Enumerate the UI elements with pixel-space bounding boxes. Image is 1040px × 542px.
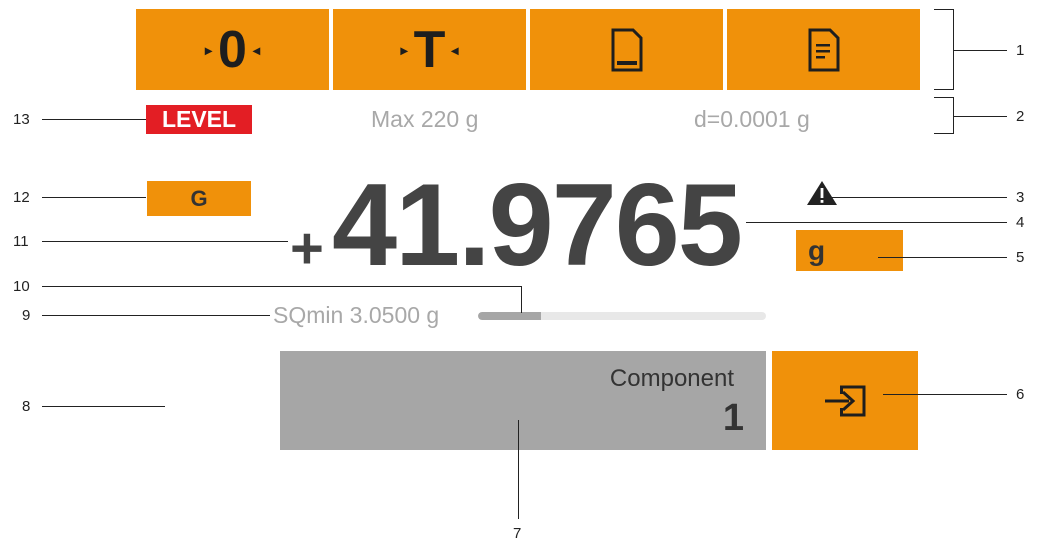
document-report-icon (808, 28, 839, 71)
zero-arrows-icon: ▸ (205, 41, 213, 58)
component-label: Component (609, 365, 734, 392)
tare-label: T (413, 20, 446, 79)
callout-3: 3 (1016, 189, 1025, 206)
sqmin-progress-fill (478, 312, 542, 320)
callout-10: 10 (13, 278, 30, 295)
component-number: 1 (722, 397, 744, 439)
callout-11: 11 (13, 233, 29, 250)
unit-label: g (808, 234, 826, 266)
unit-button[interactable]: g (796, 230, 903, 271)
level-warning-badge[interactable]: LEVEL (146, 105, 252, 134)
callout-1: 1 (1016, 42, 1025, 59)
warning-triangle-icon (807, 181, 837, 205)
mode-label: G (190, 185, 208, 211)
callout-8: 8 (22, 398, 31, 415)
max-capacity: Max 220 g (371, 106, 479, 132)
sqmin-label: SQmin 3.0500 g (273, 302, 440, 328)
weight-sign: + (290, 216, 324, 281)
callout-12: 12 (13, 189, 30, 206)
callout-7: 7 (513, 525, 522, 542)
zero-label: 0 (218, 20, 247, 79)
tare-arrows-icon: ▸ (400, 41, 408, 58)
tare-button[interactable]: ▸ T ◂ (333, 9, 526, 90)
callout-6: 6 (1016, 386, 1025, 403)
zero-button[interactable]: ▸ 0 ◂ (136, 9, 329, 90)
print-page-icon (611, 28, 642, 71)
zero-arrows-icon-right: ◂ (252, 41, 260, 58)
callout-9: 9 (22, 307, 31, 324)
tare-arrows-icon-right: ◂ (451, 41, 459, 58)
callout-4: 4 (1016, 214, 1025, 231)
callout-5: 5 (1016, 249, 1025, 266)
sqmin-progress-bar (478, 312, 766, 320)
level-label: LEVEL (161, 106, 237, 132)
print-button[interactable] (530, 9, 723, 90)
callout-13: 13 (13, 111, 30, 128)
component-panel[interactable]: Component 1 (280, 351, 766, 450)
report-button[interactable] (727, 9, 920, 90)
readability: d=0.0001 g (694, 106, 810, 132)
enter-arrow-icon (825, 385, 866, 416)
gross-mode-badge[interactable]: G (147, 181, 251, 216)
callout-2: 2 (1016, 108, 1025, 125)
enter-button[interactable] (772, 351, 918, 450)
weight-value: 41.9765 (332, 159, 743, 290)
